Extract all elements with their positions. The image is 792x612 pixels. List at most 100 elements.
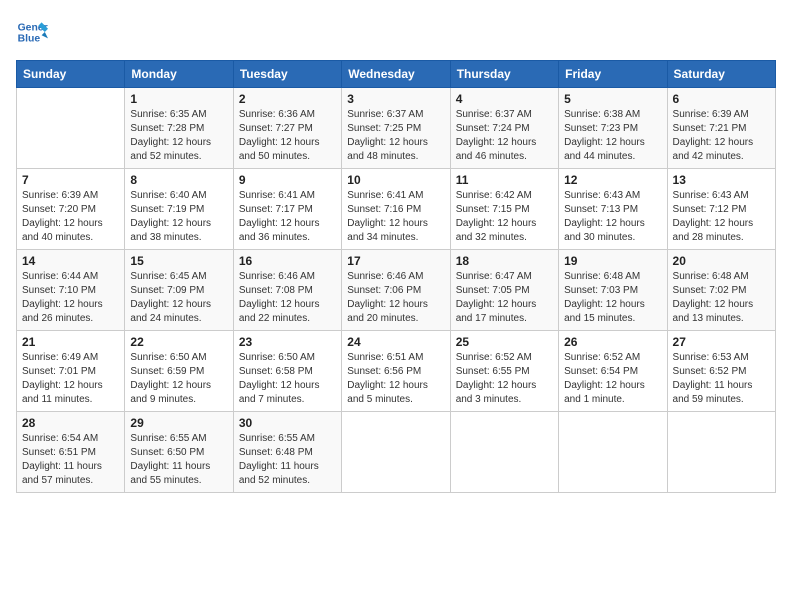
day-number: 27 (673, 335, 770, 349)
sunset-label: Sunset: 7:21 PM (673, 123, 747, 134)
calendar-cell: 26Sunrise: 6:52 AMSunset: 6:54 PMDayligh… (559, 331, 667, 412)
daylight-label: Daylight: 11 hours and 55 minutes. (130, 461, 210, 486)
sunset-label: Sunset: 6:56 PM (347, 366, 421, 377)
day-info: Sunrise: 6:48 AMSunset: 7:02 PMDaylight:… (673, 270, 770, 326)
sunset-label: Sunset: 7:09 PM (130, 285, 204, 296)
day-info: Sunrise: 6:41 AMSunset: 7:16 PMDaylight:… (347, 189, 444, 245)
daylight-label: Daylight: 11 hours and 57 minutes. (22, 461, 102, 486)
calendar-cell: 29Sunrise: 6:55 AMSunset: 6:50 PMDayligh… (125, 412, 233, 493)
sunrise-label: Sunrise: 6:46 AM (347, 271, 423, 282)
weekday-header-row: SundayMondayTuesdayWednesdayThursdayFrid… (17, 61, 776, 88)
sunset-label: Sunset: 7:28 PM (130, 123, 204, 134)
week-row-0: 1Sunrise: 6:35 AMSunset: 7:28 PMDaylight… (17, 88, 776, 169)
sunset-label: Sunset: 6:52 PM (673, 366, 747, 377)
sunset-label: Sunset: 6:50 PM (130, 447, 204, 458)
day-info: Sunrise: 6:46 AMSunset: 7:08 PMDaylight:… (239, 270, 336, 326)
day-number: 13 (673, 173, 770, 187)
logo: General Blue (16, 16, 52, 48)
sunrise-label: Sunrise: 6:55 AM (239, 433, 315, 444)
day-info: Sunrise: 6:40 AMSunset: 7:19 PMDaylight:… (130, 189, 227, 245)
day-info: Sunrise: 6:51 AMSunset: 6:56 PMDaylight:… (347, 351, 444, 407)
calendar-table: SundayMondayTuesdayWednesdayThursdayFrid… (16, 60, 776, 493)
calendar-cell (559, 412, 667, 493)
daylight-label: Daylight: 12 hours and 38 minutes. (130, 218, 211, 243)
day-number: 5 (564, 92, 661, 106)
day-number: 12 (564, 173, 661, 187)
calendar-cell: 22Sunrise: 6:50 AMSunset: 6:59 PMDayligh… (125, 331, 233, 412)
day-number: 20 (673, 254, 770, 268)
calendar-cell: 15Sunrise: 6:45 AMSunset: 7:09 PMDayligh… (125, 250, 233, 331)
calendar-cell: 14Sunrise: 6:44 AMSunset: 7:10 PMDayligh… (17, 250, 125, 331)
day-info: Sunrise: 6:55 AMSunset: 6:48 PMDaylight:… (239, 432, 336, 488)
sunset-label: Sunset: 6:55 PM (456, 366, 530, 377)
weekday-header-wednesday: Wednesday (342, 61, 450, 88)
sunrise-label: Sunrise: 6:38 AM (564, 109, 640, 120)
sunset-label: Sunset: 7:24 PM (456, 123, 530, 134)
sunrise-label: Sunrise: 6:35 AM (130, 109, 206, 120)
calendar-cell: 11 Sunrise: 6:42 AMSunset: 7:15 PMDayligh… (450, 169, 558, 250)
sunset-label: Sunset: 7:23 PM (564, 123, 638, 134)
sunset-label: Sunset: 7:12 PM (673, 204, 747, 215)
daylight-label: Daylight: 12 hours and 46 minutes. (456, 137, 537, 162)
daylight-label: Daylight: 12 hours and 1 minute. (564, 380, 645, 405)
sunset-label: Sunset: 7:25 PM (347, 123, 421, 134)
calendar-cell: 7Sunrise: 6:39 AMSunset: 7:20 PMDaylight… (17, 169, 125, 250)
sunset-label: Sunset: 6:51 PM (22, 447, 96, 458)
day-info: Sunrise: 6:48 AMSunset: 7:03 PMDaylight:… (564, 270, 661, 326)
calendar-cell: 27Sunrise: 6:53 AMSunset: 6:52 PMDayligh… (667, 331, 775, 412)
calendar-cell (450, 412, 558, 493)
calendar-cell: 5Sunrise: 6:38 AMSunset: 7:23 PMDaylight… (559, 88, 667, 169)
sunset-label: Sunset: 7:10 PM (22, 285, 96, 296)
day-number: 16 (239, 254, 336, 268)
sunset-label: Sunset: 7:02 PM (673, 285, 747, 296)
daylight-label: Daylight: 12 hours and 20 minutes. (347, 299, 428, 324)
sunrise-label: Sunrise: 6:36 AM (239, 109, 315, 120)
daylight-label: Daylight: 12 hours and 26 minutes. (22, 299, 103, 324)
calendar-cell: 1Sunrise: 6:35 AMSunset: 7:28 PMDaylight… (125, 88, 233, 169)
weekday-header-thursday: Thursday (450, 61, 558, 88)
daylight-label: Daylight: 11 hours and 59 minutes. (673, 380, 753, 405)
day-number: 8 (130, 173, 227, 187)
daylight-label: Daylight: 12 hours and 32 minutes. (456, 218, 537, 243)
day-info: Sunrise: 6:50 AMSunset: 6:58 PMDaylight:… (239, 351, 336, 407)
sunrise-label: Sunrise: 6:40 AM (130, 190, 206, 201)
sunrise-label: Sunrise: 6:54 AM (22, 433, 98, 444)
page-header: General Blue (16, 16, 776, 48)
calendar-cell: 30 Sunrise: 6:55 AMSunset: 6:48 PMDayligh… (233, 412, 341, 493)
daylight-label: Daylight: 12 hours and 28 minutes. (673, 218, 754, 243)
sunrise-label: Sunrise: 6:51 AM (347, 352, 423, 363)
day-number: 14 (22, 254, 119, 268)
calendar-cell: 18Sunrise: 6:47 AMSunset: 7:05 PMDayligh… (450, 250, 558, 331)
day-info: Sunrise: 6:42 AMSunset: 7:15 PMDaylight:… (456, 189, 553, 245)
sunrise-label: Sunrise: 6:55 AM (130, 433, 206, 444)
calendar-cell: 21Sunrise: 6:49 AMSunset: 7:01 PMDayligh… (17, 331, 125, 412)
sunrise-label: Sunrise: 6:52 AM (564, 352, 640, 363)
day-info: Sunrise: 6:39 AMSunset: 7:21 PMDaylight:… (673, 108, 770, 164)
day-number: 25 (456, 335, 553, 349)
sunrise-label: Sunrise: 6:48 AM (564, 271, 640, 282)
day-number: 18 (456, 254, 553, 268)
weekday-header-monday: Monday (125, 61, 233, 88)
week-row-4: 28Sunrise: 6:54 AMSunset: 6:51 PMDayligh… (17, 412, 776, 493)
day-number: 9 (239, 173, 336, 187)
day-number: 30 (239, 416, 336, 430)
day-info: Sunrise: 6:37 AMSunset: 7:24 PMDaylight:… (456, 108, 553, 164)
sunrise-label: Sunrise: 6:37 AM (347, 109, 423, 120)
calendar-cell: 17Sunrise: 6:46 AMSunset: 7:06 PMDayligh… (342, 250, 450, 331)
calendar-cell: 24Sunrise: 6:51 AMSunset: 6:56 PMDayligh… (342, 331, 450, 412)
day-number: 11 (456, 173, 553, 187)
sunrise-label: Sunrise: 6:50 AM (239, 352, 315, 363)
sunset-label: Sunset: 7:05 PM (456, 285, 530, 296)
day-info: Sunrise: 6:55 AM Sunset: 6:50 PM Daylight:… (130, 432, 227, 488)
daylight-label: Daylight: 11 hours and 52 minutes. (239, 461, 319, 486)
sunset-label: Sunset: 7:15 PM (456, 204, 530, 215)
day-number: 2 (239, 92, 336, 106)
sunset-label: Sunset: 7:20 PM (22, 204, 96, 215)
sunset-label: Sunset: 7:13 PM (564, 204, 638, 215)
day-number: 21 (22, 335, 119, 349)
logo-icon: General Blue (16, 16, 48, 48)
daylight-label: Daylight: 12 hours and 9 minutes. (130, 380, 211, 405)
day-info: Sunrise: 6:46 AMSunset: 7:06 PMDaylight:… (347, 270, 444, 326)
sunrise-label: Sunrise: 6:47 AM (456, 271, 532, 282)
day-info: Sunrise: 6:43 AMSunset: 7:13 PMDaylight:… (564, 189, 661, 245)
